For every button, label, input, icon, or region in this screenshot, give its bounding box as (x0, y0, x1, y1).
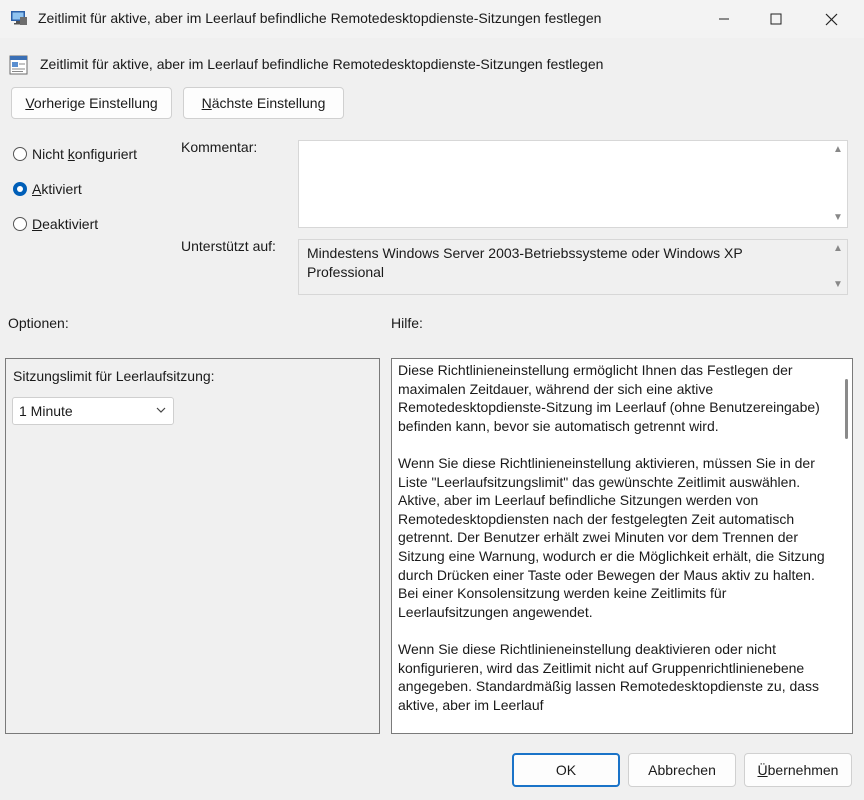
supported-scrollbar[interactable]: ▲ ▼ (829, 240, 847, 294)
cancel-button[interactable]: Abbrechen (628, 753, 736, 787)
scroll-down-icon[interactable]: ▼ (833, 213, 843, 223)
mnemonic: k (67, 146, 75, 162)
previous-setting-button[interactable]: Vorherige Einstellung (11, 87, 172, 119)
idle-limit-label: Sitzungslimit für Leerlaufsitzung: (13, 368, 215, 384)
help-scrollbar-thumb[interactable] (845, 379, 848, 439)
setting-title: Zeitlimit für aktive, aber im Leerlauf b… (40, 56, 604, 72)
remote-desktop-icon (11, 11, 27, 25)
apply-button[interactable]: Übernehmen (744, 753, 852, 787)
mnemonic: N (201, 95, 212, 111)
supported-on-value: Mindestens Windows Server 2003-Betriebss… (307, 245, 743, 280)
minimize-button[interactable] (701, 0, 747, 38)
radio-label: eaktiviert (42, 216, 99, 232)
radio-label: onfiguriert (74, 146, 138, 162)
button-label: orherige Einstellung (33, 95, 158, 111)
radio-label: Nicht (32, 146, 68, 162)
comment-label: Kommentar: (181, 139, 258, 155)
ok-button[interactable]: OK (512, 753, 620, 787)
next-setting-button[interactable]: Nächste Einstellung (183, 87, 344, 119)
close-icon (825, 13, 837, 25)
help-panel[interactable]: Diese Richtlinieneinstellung ermöglicht … (391, 358, 853, 734)
button-label: ächste Einstellung (211, 95, 326, 111)
comment-field[interactable]: ▲ ▼ (298, 140, 848, 228)
radio-enabled[interactable]: Aktiviert (13, 179, 173, 199)
button-label: Abbrechen (648, 762, 716, 778)
mnemonic: D (32, 216, 43, 232)
maximize-icon (770, 13, 782, 25)
scroll-down-icon[interactable]: ▼ (833, 280, 843, 290)
button-label: OK (555, 762, 577, 778)
maximize-button[interactable] (753, 0, 799, 38)
close-button[interactable] (808, 0, 854, 38)
button-label: bernehmen (767, 762, 839, 778)
mnemonic: V (25, 95, 34, 111)
scroll-up-icon[interactable]: ▲ (833, 145, 843, 155)
help-paragraph: Wenn Sie diese Richtlinieneinstellung de… (398, 640, 820, 713)
scroll-up-icon[interactable]: ▲ (833, 244, 843, 254)
comment-scrollbar[interactable]: ▲ ▼ (829, 141, 847, 227)
radio-circle (13, 217, 27, 231)
chevron-down-icon (156, 407, 166, 413)
help-paragraph: Diese Richtlinieneinstellung ermöglicht … (398, 362, 820, 434)
radio-disabled[interactable]: Deaktiviert (13, 214, 173, 234)
mnemonic: Ü (757, 762, 768, 778)
supported-on-field: Mindestens Windows Server 2003-Betriebss… (298, 239, 848, 295)
help-label: Hilfe: (391, 315, 423, 331)
help-text: Diese Richtlinieneinstellung ermöglicht … (398, 361, 828, 733)
supported-on-label: Unterstützt auf: (181, 238, 276, 254)
options-panel: Sitzungslimit für Leerlaufsitzung: 1 Min… (5, 358, 380, 734)
radio-not-configured[interactable]: Nicht konfiguriert (13, 144, 173, 164)
radio-circle (13, 147, 27, 161)
policy-setting-icon (9, 55, 28, 75)
radio-label: ktiviert (41, 181, 82, 197)
help-paragraph: Wenn Sie diese Richtlinieneinstellung ak… (398, 454, 825, 620)
options-label: Optionen: (8, 315, 69, 331)
idle-limit-value: 1 Minute (19, 403, 73, 419)
radio-circle (13, 182, 27, 196)
minimize-icon (719, 18, 729, 20)
mnemonic: A (32, 181, 42, 197)
window-title: Zeitlimit für aktive, aber im Leerlauf b… (38, 10, 602, 26)
idle-limit-dropdown[interactable]: 1 Minute (12, 397, 174, 425)
